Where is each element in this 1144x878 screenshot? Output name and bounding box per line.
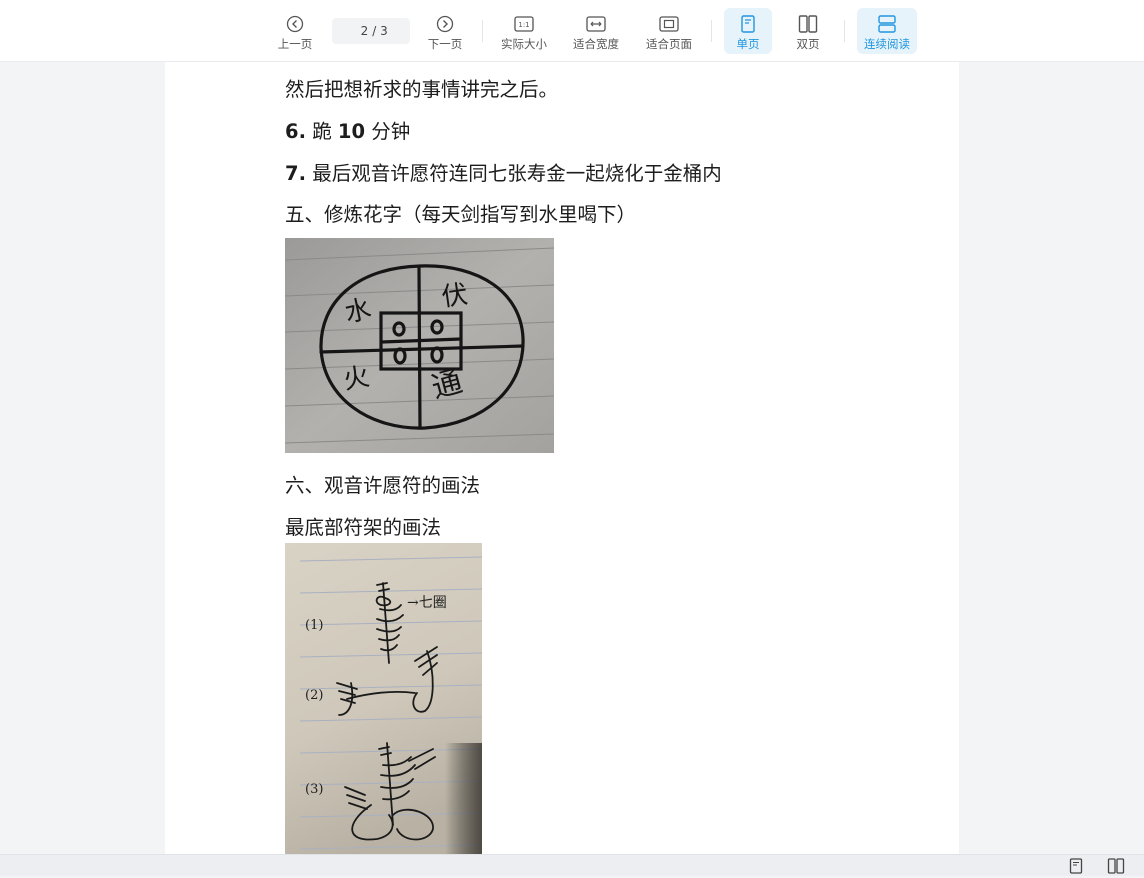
document-page: 然后把想祈求的事情讲完之后。 6. 跪 10 分钟 7. 最后观音许愿符连同七张… xyxy=(165,62,959,854)
fit-width-icon xyxy=(586,14,606,34)
current-page-input[interactable] xyxy=(354,24,369,38)
double-page-label: 双页 xyxy=(796,37,820,51)
viewer-toolbar: 上一页 / 3 下一页 1:1 实际大小 适合宽度 适合页面 单页 xyxy=(0,0,1144,62)
chevron-right-circle-icon xyxy=(436,14,454,34)
actual-size-button[interactable]: 1:1 实际大小 xyxy=(496,8,552,54)
step-label-3: (3) xyxy=(305,782,323,797)
single-page-icon xyxy=(740,14,756,34)
double-page-view-icon[interactable] xyxy=(1107,858,1125,878)
single-page-view-icon[interactable] xyxy=(1069,858,1083,878)
char-fu: 伏 xyxy=(440,280,470,313)
document-viewport[interactable]: 然后把想祈求的事情讲完之后。 6. 跪 10 分钟 7. 最后观音许愿符连同七张… xyxy=(0,62,1144,854)
fit-page-button[interactable]: 适合页面 xyxy=(640,8,698,54)
actual-size-icon: 1:1 xyxy=(514,14,534,34)
step-7-text: 最后观音许愿符连同七张寿金一起烧化于金桶内 xyxy=(312,162,722,185)
actual-size-label: 实际大小 xyxy=(501,37,547,51)
double-page-icon xyxy=(798,14,818,34)
step-6: 6. 跪 10 分钟 xyxy=(285,115,410,144)
step-6-value: 10 xyxy=(337,120,366,143)
step-6-text: 跪 xyxy=(312,120,332,143)
char-fire: 火 xyxy=(341,362,372,396)
total-pages: / 3 xyxy=(372,24,388,38)
step-label-2: (2) xyxy=(305,688,323,703)
talisman-circle-photo: 水 伏 火 通 xyxy=(285,238,554,453)
double-page-button[interactable]: 双页 xyxy=(784,8,832,54)
seven-circles-note: →七圈 xyxy=(407,595,447,611)
toolbar-divider xyxy=(482,20,483,42)
continuous-reading-label: 连续阅读 xyxy=(864,37,910,51)
step-7: 7. 最后观音许愿符连同七张寿金一起烧化于金桶内 xyxy=(285,157,722,186)
continuous-reading-icon xyxy=(877,14,897,34)
fit-page-icon xyxy=(659,14,679,34)
page-number-box: / 3 xyxy=(332,18,410,44)
single-page-button[interactable]: 单页 xyxy=(724,8,772,54)
section-heading-5: 五、修炼花字（每天剑指写到水里喝下） xyxy=(285,203,637,226)
step-6-unit: 分钟 xyxy=(371,120,411,143)
toolbar-divider xyxy=(844,20,845,42)
fit-page-label: 适合页面 xyxy=(646,37,692,51)
step-label-1: (1) xyxy=(305,618,323,633)
subheading: 最底部符架的画法 xyxy=(285,516,442,539)
toolbar-divider xyxy=(711,20,712,42)
continuous-reading-button[interactable]: 连续阅读 xyxy=(857,8,917,54)
section-heading-6: 六、观音许愿符的画法 xyxy=(285,474,481,497)
step-6-number: 6. xyxy=(285,120,306,143)
fit-width-button[interactable]: 适合宽度 xyxy=(568,8,624,54)
single-page-label: 单页 xyxy=(736,37,760,51)
prev-page-button[interactable]: 上一页 xyxy=(272,8,318,54)
status-bar xyxy=(0,854,1144,876)
step-7-number: 7. xyxy=(285,162,306,185)
next-page-button[interactable]: 下一页 xyxy=(422,8,468,54)
prev-page-label: 上一页 xyxy=(277,37,313,51)
talisman-frame-photo: (1) (2) (3) →七圈 xyxy=(285,543,482,854)
next-page-label: 下一页 xyxy=(427,37,463,51)
fit-width-label: 适合宽度 xyxy=(573,37,619,51)
svg-text:1:1: 1:1 xyxy=(518,21,529,29)
paragraph-line: 然后把想祈求的事情讲完之后。 xyxy=(285,78,559,101)
chevron-left-circle-icon xyxy=(286,14,304,34)
